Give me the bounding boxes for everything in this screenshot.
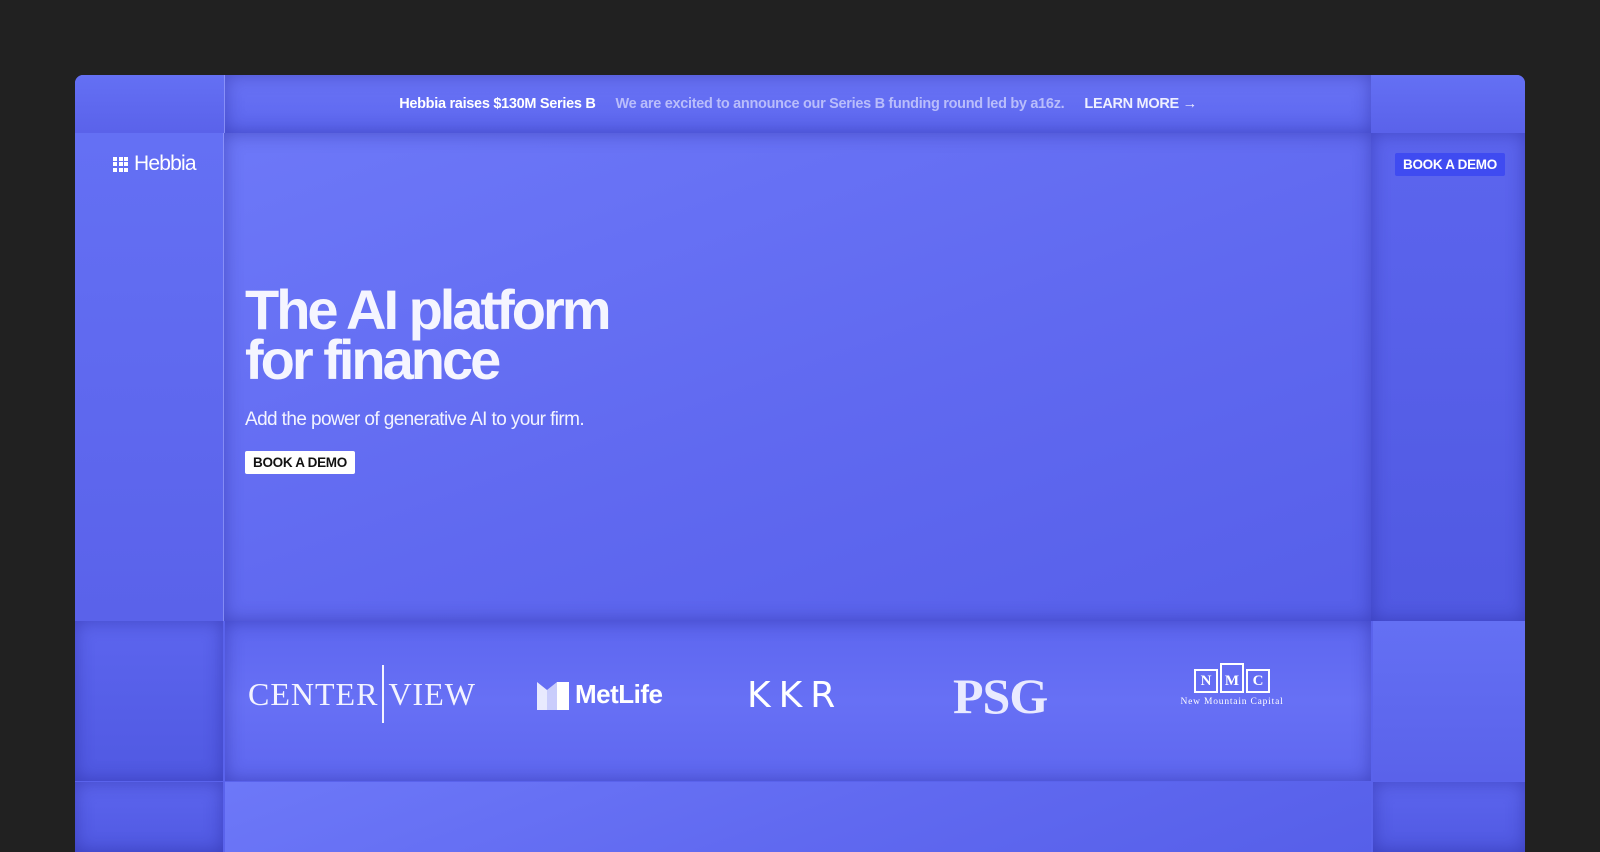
hero-title: The AI platform for finance [245,278,612,391]
metlife-text: MetLife [575,679,663,709]
hero-section: The AI platform for finance Add the powe… [245,278,765,474]
kkr-logo: KKR [747,675,844,716]
nmc-letter-c: C [1246,669,1270,693]
grid-logo-icon [113,156,128,172]
nmc-letter-n: N [1194,669,1218,693]
centerview-divider [382,665,385,723]
nmc-caption: New Mountain Capital [1180,697,1284,707]
left-column [75,133,224,621]
metlife-logo: MetLife [537,679,663,710]
announcement-banner: Hebbia raises $130M Series B We are exci… [225,75,1371,133]
banner-description: We are excited to announce our Series B … [615,96,1065,112]
new-mountain-capital-logo: N M C New Mountain Capital [1167,663,1297,707]
grid-cell [1371,75,1525,133]
book-demo-button-header[interactable]: BOOK A DEMO [1395,153,1505,176]
grid-cell [1373,782,1525,852]
grid-cell [225,782,1371,852]
nmc-letter-m: M [1220,663,1244,693]
hero-subtitle: Add the power of generative AI to your f… [245,409,585,430]
grid-cell [1373,621,1525,781]
logo-text: Hebbia [134,152,197,175]
banner-title: Hebbia raises $130M Series B [399,96,596,112]
client-logos-row: CENTER VIEW MetLife KKR PSG N M C New Mo… [225,621,1371,781]
book-demo-button-hero[interactable]: BOOK A DEMO [245,451,355,474]
learn-more-link[interactable]: LEARN MORE → [1084,96,1197,112]
centerview-left-text: CENTER [248,675,379,712]
metlife-mark-icon [537,681,569,710]
hebbia-logo[interactable]: Hebbia [113,152,197,176]
grid-cell [75,621,223,781]
grid-cell [75,782,223,852]
centerview-right-text: VIEW [388,675,476,712]
psg-logo: PSG [953,668,1048,724]
right-column [1371,133,1525,621]
browser-page: Hebbia raises $130M Series B We are exci… [75,75,1525,852]
grid-cell [75,75,225,133]
centerview-logo: CENTER VIEW [248,664,476,724]
